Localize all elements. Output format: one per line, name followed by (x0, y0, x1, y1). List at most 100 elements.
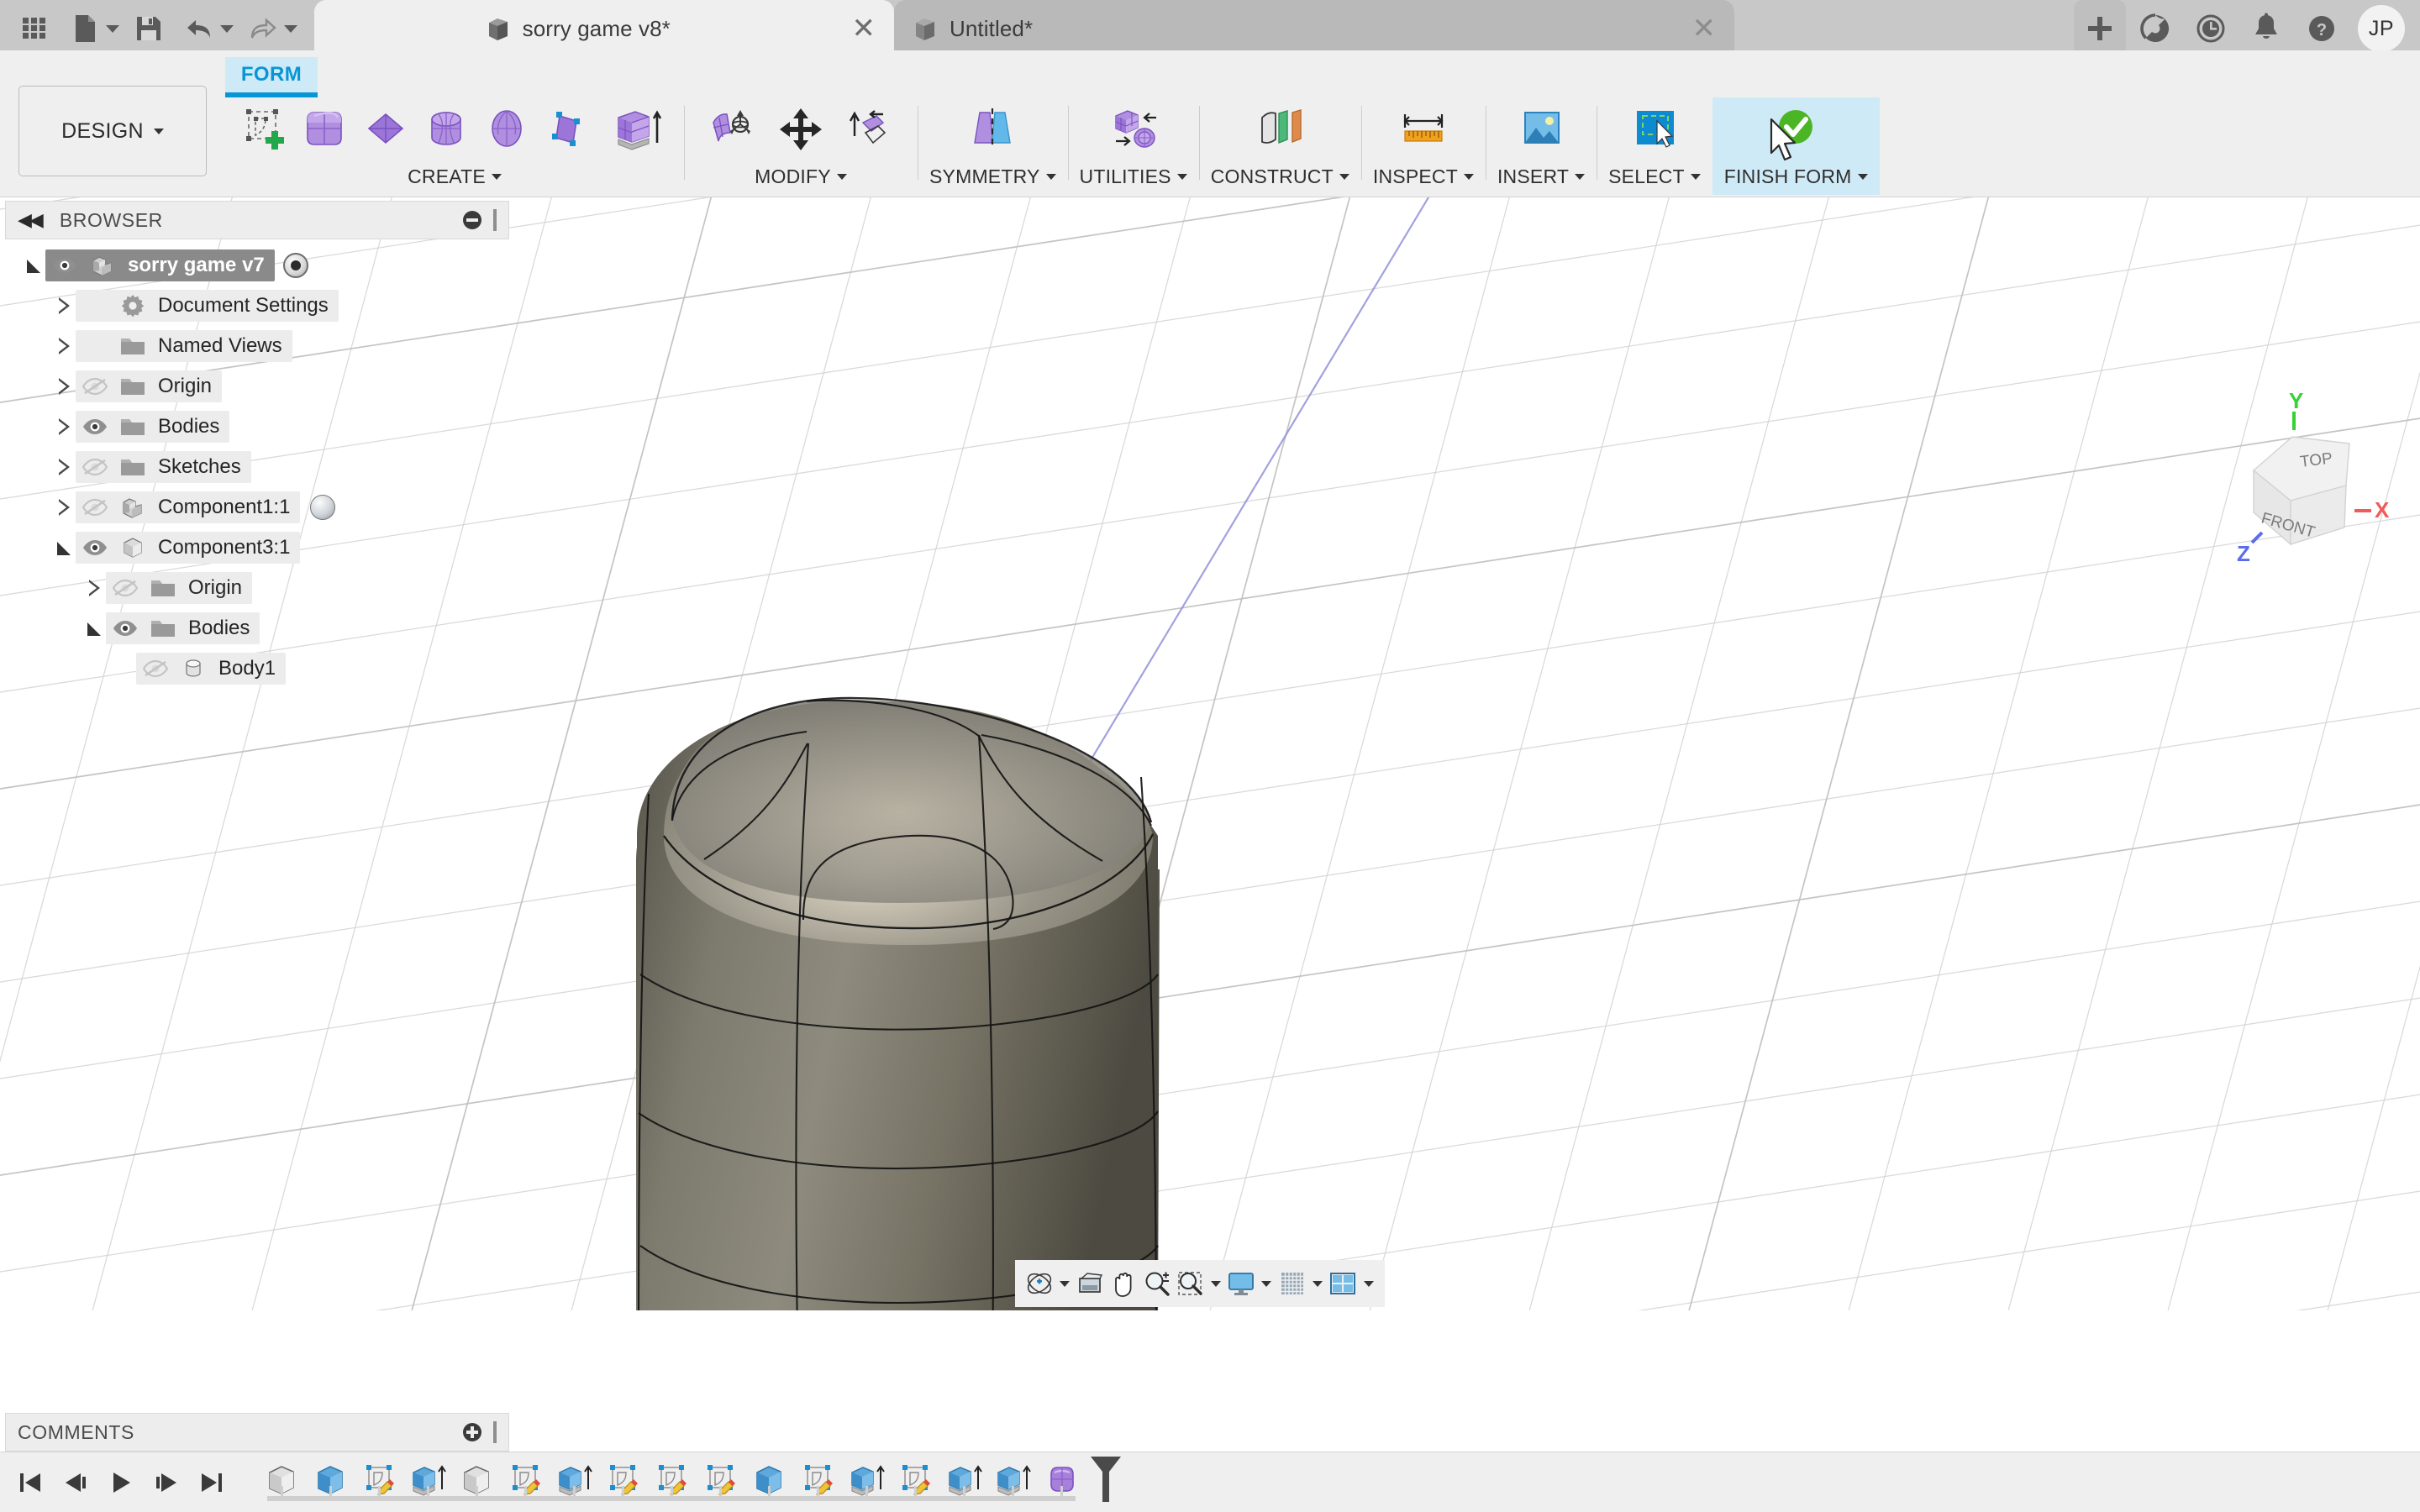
pan-hand-icon[interactable] (1107, 1264, 1139, 1303)
component-state-icon[interactable] (310, 495, 336, 520)
ribbon-panel-finish-form[interactable]: FINISH FORM (1712, 97, 1880, 195)
zoom-magnifier-icon[interactable] (1141, 1264, 1173, 1303)
tree-toggle-icon[interactable] (24, 258, 45, 273)
ribbon-panel-select-label-row[interactable]: SELECT (1608, 163, 1701, 190)
help-question-icon[interactable]: ? (2296, 0, 2348, 57)
plane-primitive-icon[interactable] (358, 99, 413, 160)
tree-toggle-icon[interactable] (54, 378, 76, 395)
tree-toggle-icon[interactable] (54, 459, 76, 475)
tree-item-named-views[interactable]: Named Views (0, 326, 521, 366)
notifications-bell-icon[interactable] (2240, 0, 2292, 57)
tree-item-component1-1[interactable]: Component1:1 (0, 487, 521, 528)
ribbon-panel-inspect-label-row[interactable]: INSPECT (1373, 163, 1474, 190)
tree-toggle-icon[interactable] (84, 580, 106, 596)
tree-item-chip[interactable]: Origin (106, 572, 253, 604)
eye-visible-icon[interactable] (76, 538, 114, 557)
timeline-step-back-icon[interactable] (60, 1466, 91, 1499)
sphere-primitive-icon[interactable] (479, 99, 534, 160)
eye-hidden-icon[interactable] (76, 458, 114, 476)
new-file-dropdown-caret-icon[interactable] (104, 5, 121, 52)
offset-plane-icon[interactable] (1244, 99, 1316, 160)
resize-grip[interactable] (493, 1421, 497, 1443)
face-primitive-icon[interactable] (539, 99, 595, 160)
activate-component-radio[interactable] (282, 253, 308, 278)
measure-ruler-icon[interactable] (1387, 99, 1460, 160)
extensions-icon[interactable] (2129, 0, 2181, 57)
eye-hidden-icon[interactable] (136, 659, 175, 678)
tree-item-chip[interactable]: Document Settings (76, 290, 339, 322)
grid-snaps-icon[interactable] (1276, 1264, 1308, 1303)
undo-dropdown-caret-icon[interactable] (218, 5, 235, 52)
timeline-marker[interactable] (1089, 1455, 1123, 1508)
tree-item-chip[interactable]: Component1:1 (76, 491, 301, 523)
eye-hidden-icon[interactable] (76, 498, 114, 517)
move-arrows-icon[interactable] (773, 99, 829, 160)
tree-item-document-settings[interactable]: Document Settings (0, 286, 521, 326)
orbit-dropdown-caret-icon[interactable] (1057, 1264, 1073, 1303)
tree-toggle-icon[interactable] (54, 338, 76, 354)
collapse-panel-icon[interactable]: ◀◀ (18, 209, 44, 231)
view-cube[interactable]: Y X Z TOP FRONT (2193, 386, 2403, 571)
workspace-selector[interactable]: DESIGN (18, 86, 207, 176)
edit-form-icon[interactable] (696, 99, 768, 160)
mirror-internal-icon[interactable] (956, 99, 1028, 160)
tree-item-chip[interactable]: Bodies (76, 411, 230, 443)
box-primitive-icon[interactable] (297, 99, 353, 160)
tree-item-origin[interactable]: Origin (0, 568, 521, 608)
close-icon[interactable]: ✕ (835, 14, 876, 43)
redo-icon[interactable] (240, 5, 286, 52)
viewports-dropdown-caret-icon[interactable] (1360, 1264, 1376, 1303)
ribbon-panel-construct-label-row[interactable]: CONSTRUCT (1211, 163, 1349, 190)
zoom-window-icon[interactable] (1175, 1264, 1207, 1303)
ribbon-panel-symmetry-label-row[interactable]: SYMMETRY (929, 163, 1056, 190)
timeline-go-start-icon[interactable] (15, 1466, 45, 1499)
save-icon[interactable] (126, 5, 171, 52)
resize-grip[interactable] (493, 209, 497, 231)
tree-item-chip[interactable]: Named Views (76, 330, 292, 362)
tree-item-chip[interactable]: Component3:1 (76, 532, 301, 564)
avatar[interactable]: JP (2358, 5, 2405, 52)
tree-toggle-icon[interactable] (54, 540, 76, 555)
convert-icon[interactable] (1097, 99, 1170, 160)
ribbon-panel-insert-label-row[interactable]: INSERT (1497, 163, 1586, 190)
minimize-icon[interactable] (463, 211, 481, 229)
tree-toggle-icon[interactable] (54, 418, 76, 435)
tree-item-chip[interactable]: Origin (76, 370, 223, 402)
finish-form-check-icon[interactable] (1760, 99, 1832, 160)
cylinder-primitive-icon[interactable] (418, 99, 474, 160)
add-comment-icon[interactable] (463, 1423, 481, 1441)
apps-grid-icon[interactable] (12, 5, 57, 52)
tree-item-sorry-game-v7[interactable]: sorry game v7 (0, 245, 521, 286)
zoom-window-dropdown-caret-icon[interactable] (1207, 1264, 1223, 1303)
ribbon-panel-create-label-row[interactable]: CREATE (408, 163, 502, 190)
tree-item-chip[interactable]: Sketches (76, 451, 251, 483)
eye-visible-icon[interactable] (45, 256, 84, 275)
tree-item-sketches[interactable]: Sketches (0, 447, 521, 487)
tree-item-component3-1[interactable]: Component3:1 (0, 528, 521, 568)
eye-hidden-icon[interactable] (106, 579, 145, 597)
new-file-icon[interactable] (62, 5, 108, 52)
tree-item-bodies[interactable]: Bodies (0, 407, 521, 447)
ribbon-panel-modify-label-row[interactable]: MODIFY (755, 163, 847, 190)
insert-image-icon[interactable] (1505, 99, 1577, 160)
orbit-icon[interactable] (1023, 1264, 1055, 1303)
new-tab-button[interactable] (2074, 0, 2126, 57)
extrude-icon[interactable] (600, 99, 672, 160)
tree-item-chip[interactable]: Body1 (136, 653, 287, 685)
tree-item-body1[interactable]: Body1 (0, 648, 521, 689)
tree-item-bodies[interactable]: Bodies (0, 608, 521, 648)
tree-toggle-icon[interactable] (54, 297, 76, 314)
ribbon-panel-utilities-label-row[interactable]: UTILITIES (1080, 163, 1187, 190)
eye-hidden-icon[interactable] (76, 377, 114, 396)
history-clock-icon[interactable] (2185, 0, 2237, 57)
eye-visible-icon[interactable] (106, 619, 145, 638)
redo-dropdown-caret-icon[interactable] (282, 5, 299, 52)
undo-icon[interactable] (176, 5, 222, 52)
close-icon[interactable]: ✕ (1676, 14, 1717, 43)
timeline-step-forward-icon[interactable] (151, 1466, 182, 1499)
tree-toggle-icon[interactable] (54, 499, 76, 516)
flatten-icon[interactable] (834, 99, 906, 160)
tree-item-chip[interactable]: sorry game v7 (45, 249, 275, 281)
document-tab-active[interactable]: sorry game v8* ✕ (314, 0, 894, 57)
eye-visible-icon[interactable] (76, 417, 114, 436)
